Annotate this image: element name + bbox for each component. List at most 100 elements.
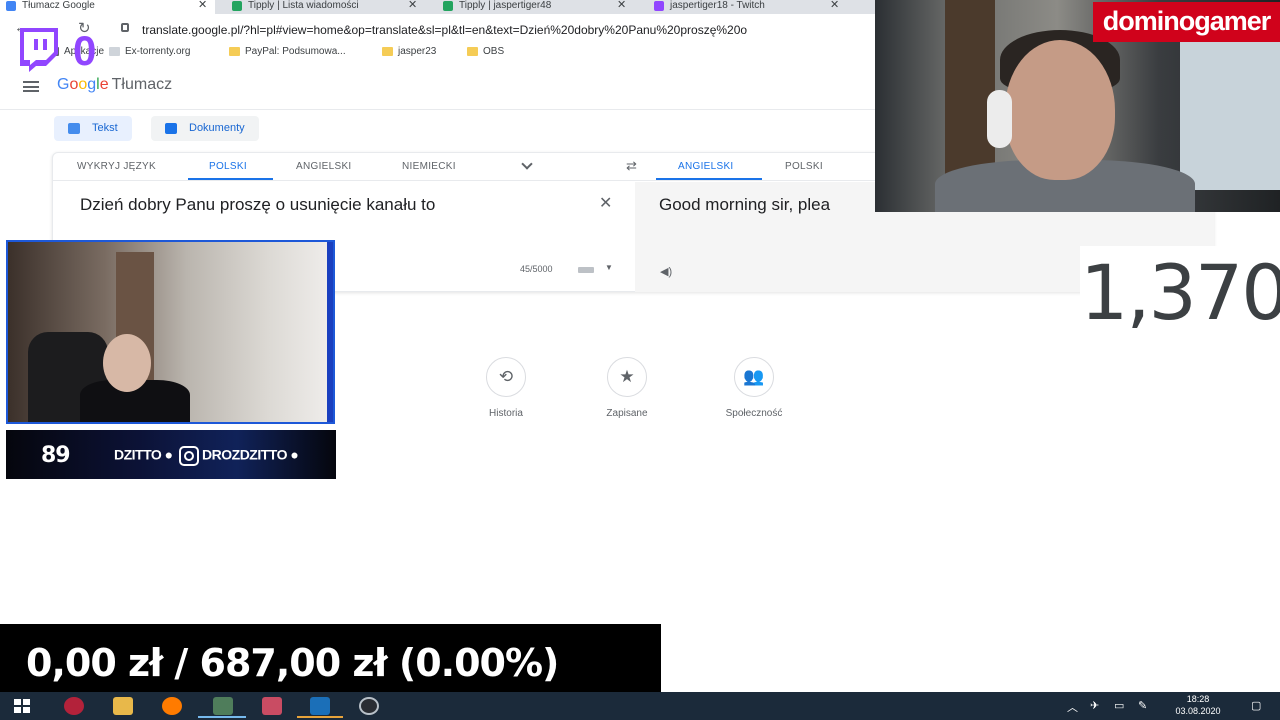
star-icon: ★ xyxy=(607,357,647,397)
history-icon: ⟲ xyxy=(486,357,526,397)
social-handle-left: DZITTO ● xyxy=(114,446,173,463)
folder-icon xyxy=(382,47,393,56)
tab-source-english[interactable]: ANGIELSKI xyxy=(296,161,352,172)
headset-icon xyxy=(987,90,1012,148)
opera-icon[interactable] xyxy=(64,697,84,715)
tray-app-icon[interactable]: ✈ xyxy=(1090,699,1099,712)
bookmark-ex-torrenty[interactable]: Ex-torrenty.org xyxy=(109,46,190,57)
logo-letter: o xyxy=(78,76,88,93)
windows-start-icon[interactable] xyxy=(14,699,30,713)
caret-down-icon[interactable]: ▼ xyxy=(605,263,613,272)
document-icon xyxy=(165,123,177,134)
bookmark-jasper23[interactable]: jasper23 xyxy=(382,46,436,57)
social-handle-instagram: DROZDZITTO ● xyxy=(202,446,299,463)
tab-google-translate[interactable]: Tłumacz Google ✕ xyxy=(0,0,215,14)
social-counter: 89 xyxy=(41,443,71,468)
windows-taskbar xyxy=(0,692,1280,720)
guest-webcam xyxy=(6,240,335,424)
logo-letter: g xyxy=(87,76,97,93)
taskbar-clock-time[interactable]: 18:28 xyxy=(1176,694,1220,704)
tray-chevron-up-icon[interactable]: ︿ xyxy=(1067,699,1078,715)
notifications-icon[interactable]: ▢ xyxy=(1251,699,1261,712)
app-icon[interactable] xyxy=(262,697,282,715)
folder-icon xyxy=(229,47,240,56)
saved-button[interactable]: ★ Zapisane xyxy=(587,357,667,419)
bookmark-label: Ex-torrenty.org xyxy=(125,46,191,57)
tray-pen-icon[interactable]: ✎ xyxy=(1138,699,1147,712)
viewer-counter-overlay: 1,370 xyxy=(1080,246,1280,340)
bookmark-obs[interactable]: OBS xyxy=(467,46,504,57)
history-button[interactable]: ⟲ Historia xyxy=(466,357,546,419)
close-tab-icon[interactable]: ✕ xyxy=(198,0,207,11)
tab-label: jaspertiger18 - Twitch xyxy=(670,0,765,11)
character-counter: 45/5000 xyxy=(520,264,553,274)
url-input[interactable]: translate.google.pl/?hl=pl#view=home&op=… xyxy=(142,23,872,37)
translate-icon xyxy=(68,123,80,134)
swap-languages-icon[interactable]: ⇄ xyxy=(626,158,637,174)
history-label: Historia xyxy=(489,408,523,419)
clear-text-icon[interactable]: ✕ xyxy=(599,193,612,213)
selected-source-underline xyxy=(188,178,273,180)
tab-target-english[interactable]: ANGIELSKI xyxy=(678,161,734,172)
social-handles: DZITTO ● DROZDZITTO ● xyxy=(114,446,304,466)
selected-target-underline xyxy=(656,178,762,180)
mouse-cursor-icon xyxy=(1,500,6,512)
twitch-viewer-count: 0 xyxy=(73,27,97,74)
documents-mode-button[interactable]: Dokumenty xyxy=(151,116,259,141)
tab-twitch[interactable]: jaspertiger18 - Twitch ✕ xyxy=(648,0,848,14)
bookmark-label: jasper23 xyxy=(398,46,437,57)
translation-output-text: Good morning sir, plea xyxy=(659,195,831,214)
product-name: Tłumacz xyxy=(111,76,173,93)
logo-letter: e xyxy=(99,76,109,93)
tab-source-polish[interactable]: POLSKI xyxy=(209,161,247,172)
active-app-indicator xyxy=(198,716,246,718)
tab-label: Tipply | jaspertiger48 xyxy=(459,0,552,11)
twitch-favicon-icon xyxy=(654,1,664,11)
tab-source-german[interactable]: NIEMIECKI xyxy=(402,161,456,172)
folder-icon xyxy=(467,47,478,56)
tab-tipply-jaspertiger[interactable]: Tipply | jaspertiger48 ✕ xyxy=(437,0,637,14)
tipply-favicon-icon xyxy=(443,1,453,11)
streamer-name-label: dominogamer xyxy=(1093,2,1280,42)
chrome-icon[interactable] xyxy=(213,697,233,715)
speaker-icon[interactable]: ◀) xyxy=(660,265,672,278)
person-face xyxy=(1005,40,1115,180)
taskbar-clock-date[interactable]: 03.08.2020 xyxy=(1168,706,1228,716)
webcam-frame xyxy=(8,242,333,422)
community-label: Społeczność xyxy=(725,408,783,419)
tab-tipply-messages[interactable]: Tipply | Lista wiadomości ✕ xyxy=(226,0,426,14)
steam-icon[interactable] xyxy=(310,697,330,715)
tab-target-polish[interactable]: POLSKI xyxy=(785,161,823,172)
bookmark-label: PayPal: Podsumowa... xyxy=(245,46,346,57)
bookmark-paypal[interactable]: PayPal: Podsumowa... xyxy=(229,46,346,57)
text-mode-button[interactable]: Tekst xyxy=(54,116,132,141)
active-app-indicator xyxy=(297,716,343,718)
source-text-input[interactable]: Dzień dobry Panu proszę o usunięcie kana… xyxy=(80,195,435,215)
mode-label: Tekst xyxy=(92,122,118,134)
saved-label: Zapisane xyxy=(606,408,648,419)
keyboard-icon[interactable] xyxy=(578,267,594,273)
close-tab-icon[interactable]: ✕ xyxy=(408,0,417,11)
tipply-favicon-icon xyxy=(232,1,242,11)
tab-label: Tłumacz Google xyxy=(22,0,95,11)
close-tab-icon[interactable]: ✕ xyxy=(617,0,626,11)
community-icon: 👥 xyxy=(734,357,774,397)
lock-icon xyxy=(121,23,129,32)
page-icon xyxy=(109,47,120,56)
twitch-logo-icon xyxy=(20,28,58,72)
file-explorer-icon[interactable] xyxy=(113,697,133,715)
instagram-icon xyxy=(179,446,200,466)
background-window xyxy=(1180,40,1280,190)
obs-icon[interactable] xyxy=(359,697,379,715)
translate-favicon-icon xyxy=(6,1,16,11)
donation-goal-text: 0,00 zł / 687,00 zł (0.00%) xyxy=(26,641,559,685)
tab-detect-language[interactable]: WYKRYJ JĘZYK xyxy=(77,161,156,172)
hamburger-menu-icon[interactable] xyxy=(23,81,39,92)
google-translate-logo[interactable]: Google Tłumacz xyxy=(57,76,172,94)
firefox-icon[interactable] xyxy=(162,697,182,715)
community-button[interactable]: 👥 Społeczność xyxy=(714,357,794,419)
close-tab-icon[interactable]: ✕ xyxy=(830,0,839,11)
tab-label: Tipply | Lista wiadomości xyxy=(248,0,359,11)
tray-network-icon[interactable]: ▭ xyxy=(1114,699,1124,712)
logo-letter: G xyxy=(57,76,70,93)
